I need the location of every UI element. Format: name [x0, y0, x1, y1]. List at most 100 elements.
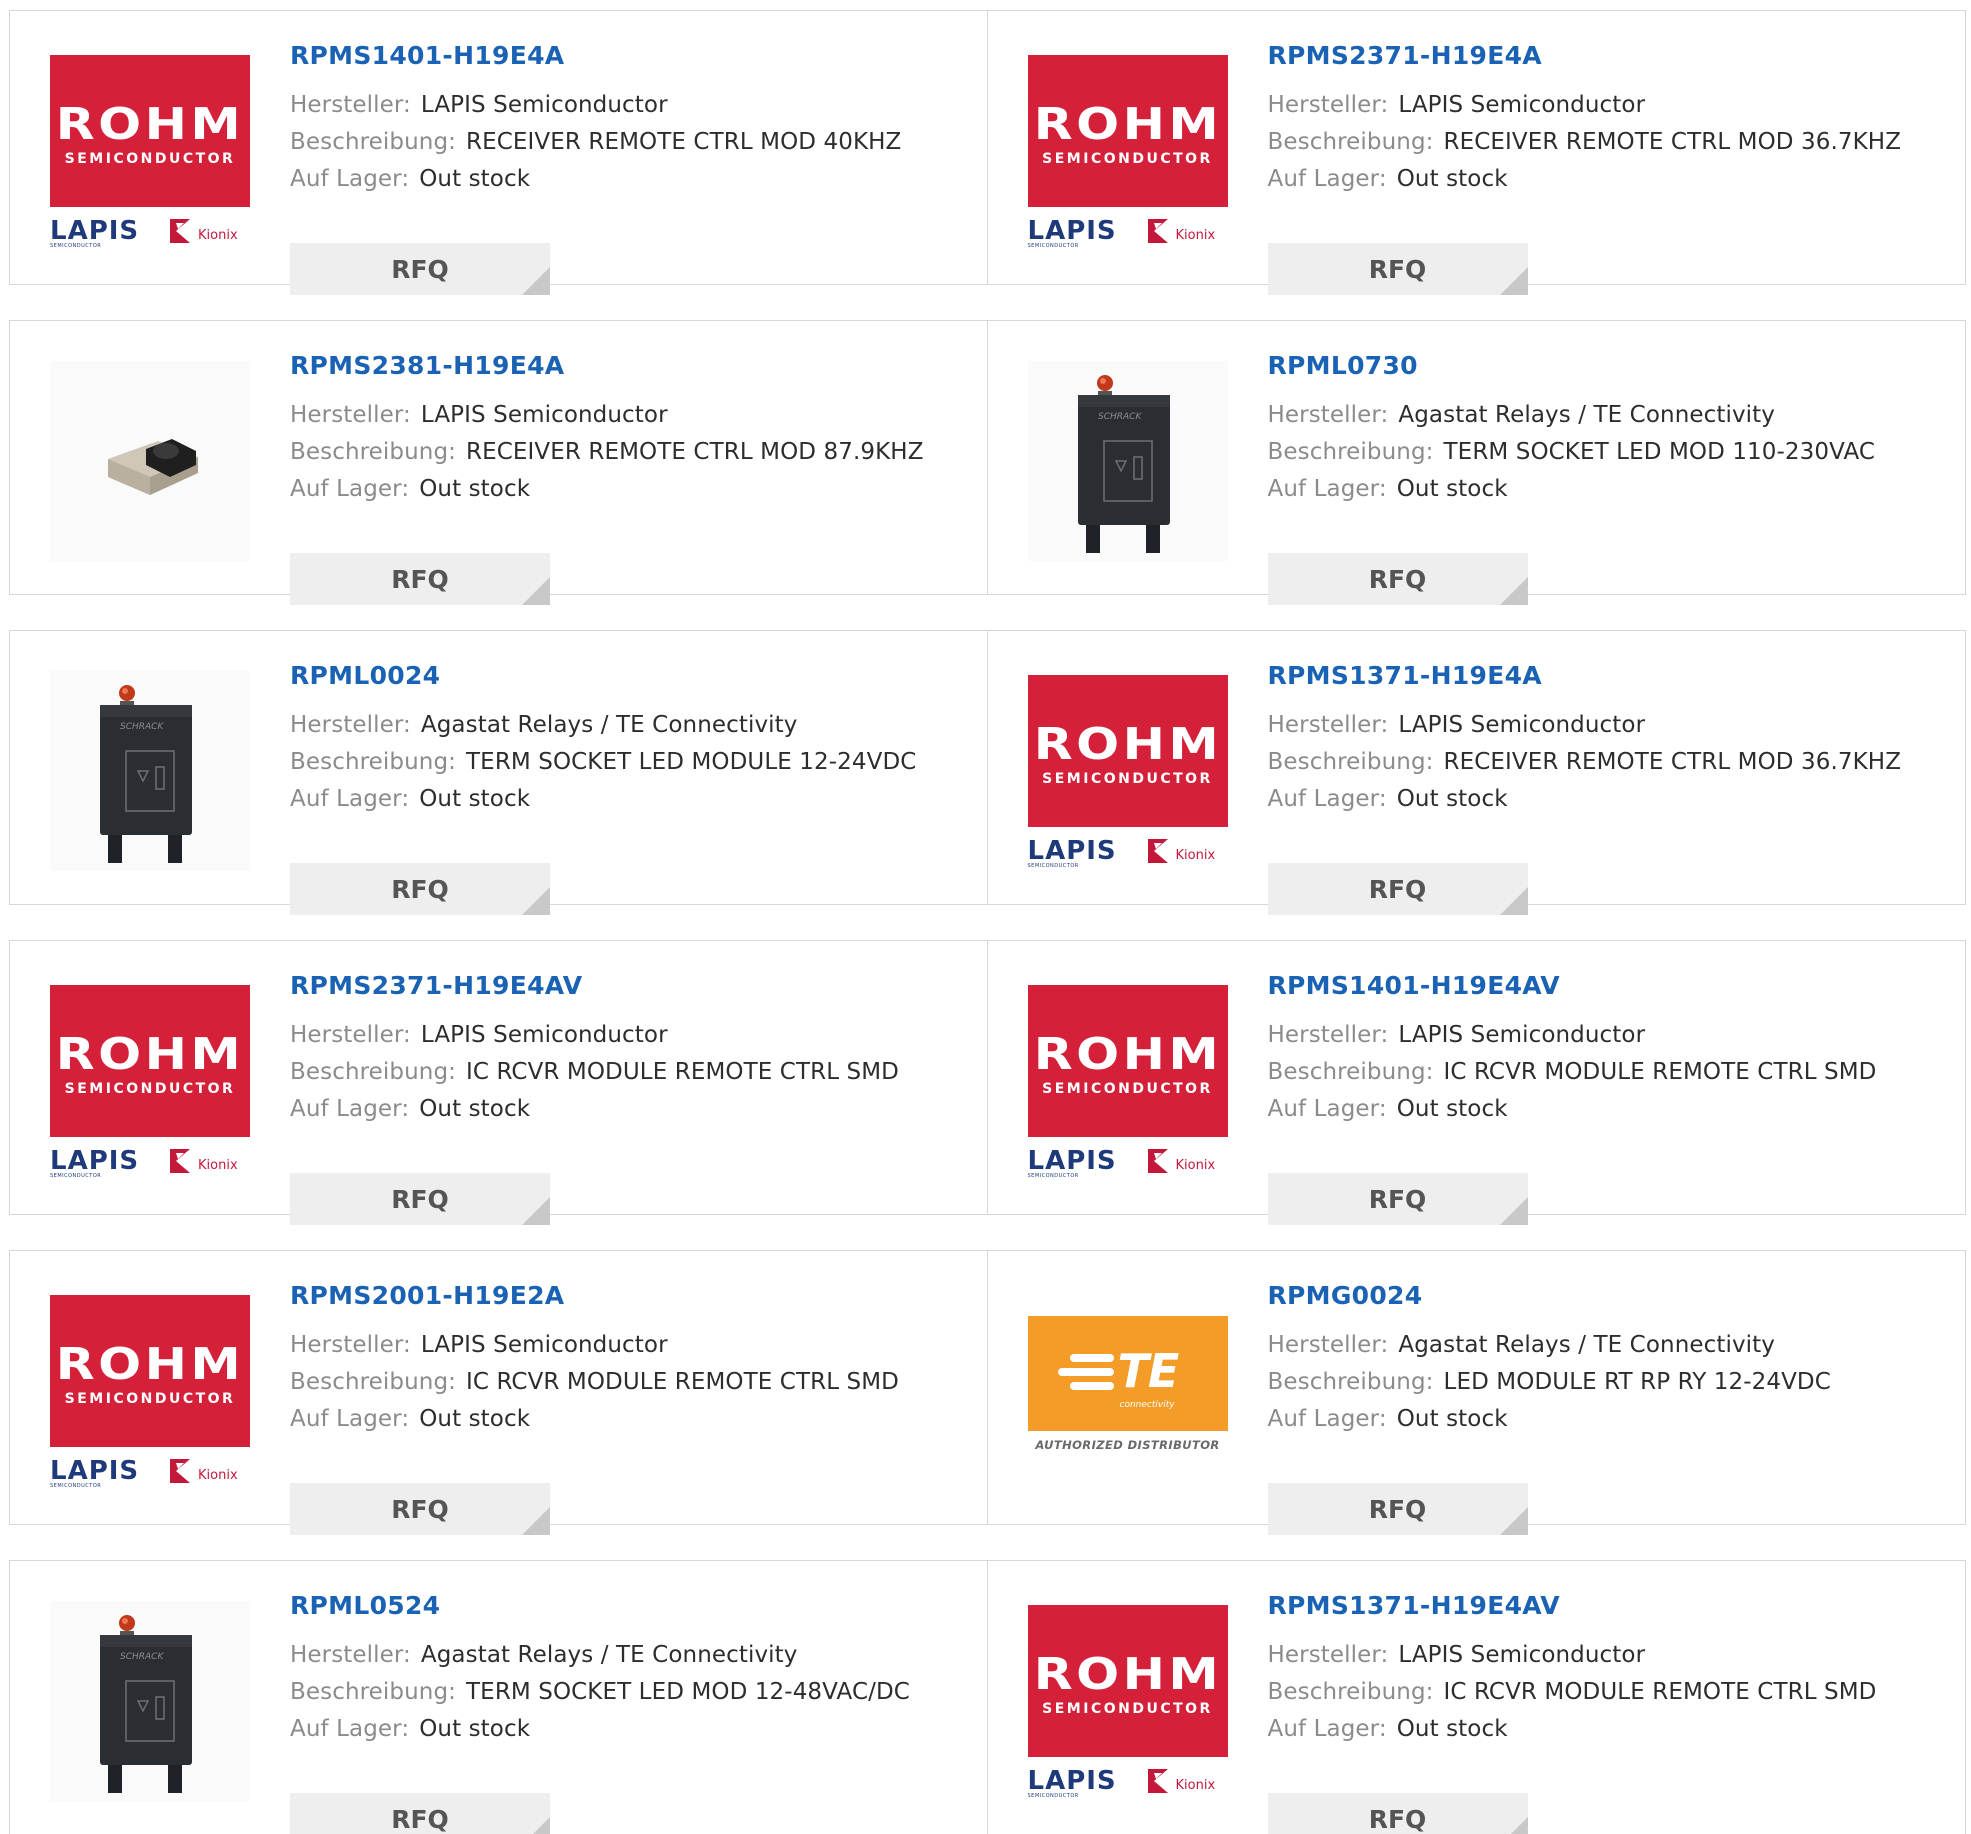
product-image[interactable]: ROHM SEMICONDUCTOR LAPIS SEMICONDUCTOR K…	[1027, 981, 1228, 1181]
product-image[interactable]: SCHRACK	[50, 1601, 250, 1801]
description-value: RECEIVER REMOTE CTRL MOD 40KHZ	[466, 129, 902, 155]
description-label: Beschreibung:	[1267, 1059, 1434, 1085]
part-number-link[interactable]: RPML0730	[1268, 349, 1946, 383]
manufacturer-value: LAPIS Semiconductor	[420, 402, 668, 428]
product-row: ROHM SEMICONDUCTOR LAPIS SEMICONDUCTOR K…	[9, 10, 1966, 295]
rfq-button[interactable]: RFQ	[290, 243, 550, 295]
manufacturer-value: LAPIS Semiconductor	[420, 92, 668, 118]
manufacturer-label: Hersteller:	[290, 712, 411, 738]
stock-line: Auf Lager: Out stock	[1268, 471, 1946, 508]
description-label: Beschreibung:	[1267, 439, 1434, 465]
description-line: Beschreibung: IC RCVR MODULE REMOTE CTRL …	[1268, 1674, 1946, 1711]
led-module-photo: SCHRACK	[1027, 361, 1228, 561]
part-number-link[interactable]: RPMS2371-H19E4AV	[290, 969, 967, 1003]
manufacturer-label: Hersteller:	[1267, 1332, 1389, 1358]
stock-value: Out stock	[1396, 1716, 1508, 1742]
product-card: SCHRACK RPML0730 Hersteller: Agastat Relay…	[987, 320, 1966, 605]
rfq-label: RFQ	[1368, 564, 1427, 594]
manufacturer-label: Hersteller:	[1267, 1642, 1389, 1668]
product-image[interactable]: ROHM SEMICONDUCTOR LAPIS SEMICONDUCTOR K…	[1027, 671, 1228, 871]
manufacturer-line: Hersteller: LAPIS Semiconductor	[1268, 87, 1946, 124]
stock-label: Auf Lager:	[1267, 476, 1387, 502]
product-image[interactable]: TE connectivity AUTHORIZED DISTRIBUTOR	[1027, 1291, 1228, 1491]
corner-triangle-icon	[1499, 1507, 1528, 1535]
product-info: RPML0024 Hersteller: Agastat Relays / TE C…	[290, 659, 967, 915]
product-info: RPMS1371-H19E4AV Hersteller: LAPIS Semicon…	[1267, 1589, 1946, 1834]
manufacturer-line: Hersteller: LAPIS Semiconductor	[290, 87, 967, 124]
part-number-link[interactable]: RPMS1401-H19E4AV	[1268, 969, 1946, 1003]
rfq-button[interactable]: RFQ	[1267, 1793, 1528, 1834]
description-label: Beschreibung:	[290, 1059, 457, 1085]
stock-label: Auf Lager:	[290, 1716, 410, 1742]
product-info: RPML0730 Hersteller: Agastat Relays / TE C…	[1267, 349, 1946, 605]
description-line: Beschreibung: TERM SOCKET LED MOD 12-48VA…	[290, 1674, 967, 1711]
part-number-link[interactable]: RPML0024	[290, 659, 967, 693]
description-value: IC RCVR MODULE REMOTE CTRL SMD	[1443, 1059, 1877, 1085]
rfq-button[interactable]: RFQ	[1267, 243, 1528, 295]
product-image[interactable]: SCHRACK	[50, 671, 250, 871]
corner-triangle-icon	[522, 1197, 550, 1225]
product-info: RPMG0024 Hersteller: Agastat Relays / TE C…	[1267, 1279, 1946, 1535]
part-number-link[interactable]: RPMS2381-H19E4A	[290, 349, 967, 383]
part-number-link[interactable]: RPMS1371-H19E4A	[1268, 659, 1946, 693]
manufacturer-line: Hersteller: LAPIS Semiconductor	[1268, 1017, 1946, 1054]
corner-triangle-icon	[522, 1817, 550, 1834]
part-number-link[interactable]: RPMS2371-H19E4A	[1268, 39, 1946, 73]
led-module-photo: SCHRACK	[50, 671, 250, 871]
manufacturer-label: Hersteller:	[1267, 402, 1389, 428]
svg-text:SCHRACK: SCHRACK	[1098, 412, 1142, 422]
description-line: Beschreibung: TERM SOCKET LED MOD 110-230…	[1268, 434, 1946, 471]
stock-label: Auf Lager:	[1267, 786, 1387, 812]
rfq-button[interactable]: RFQ	[1267, 1483, 1528, 1535]
description-label: Beschreibung:	[1267, 1369, 1434, 1395]
description-value: IC RCVR MODULE REMOTE CTRL SMD	[1443, 1679, 1877, 1705]
product-image[interactable]	[50, 361, 250, 561]
rfq-button[interactable]: RFQ	[290, 1483, 550, 1535]
description-label: Beschreibung:	[290, 1679, 457, 1705]
rfq-button[interactable]: RFQ	[1267, 553, 1528, 605]
stock-line: Auf Lager: Out stock	[1268, 1711, 1946, 1748]
product-image[interactable]: ROHM SEMICONDUCTOR LAPIS SEMICONDUCTOR K…	[1027, 51, 1228, 251]
rfq-label: RFQ	[1368, 1804, 1427, 1834]
product-card: ROHM SEMICONDUCTOR LAPIS SEMICONDUCTOR K…	[987, 10, 1966, 295]
stock-label: Auf Lager:	[290, 1406, 410, 1432]
stock-label: Auf Lager:	[1267, 1716, 1387, 1742]
part-number-link[interactable]: RPML0524	[290, 1589, 967, 1623]
rfq-button[interactable]: RFQ	[290, 1173, 550, 1225]
corner-triangle-icon	[1499, 1817, 1528, 1834]
part-number-link[interactable]: RPMG0024	[1268, 1279, 1946, 1313]
product-image[interactable]: ROHM SEMICONDUCTOR LAPIS SEMICONDUCTOR K…	[50, 51, 250, 251]
manufacturer-line: Hersteller: Agastat Relays / TE Connectiv…	[290, 1637, 967, 1674]
stock-value: Out stock	[1396, 476, 1508, 502]
manufacturer-label: Hersteller:	[290, 1642, 411, 1668]
rfq-button[interactable]: RFQ	[290, 863, 550, 915]
rfq-button[interactable]: RFQ	[1267, 1173, 1528, 1225]
part-number-link[interactable]: RPMS2001-H19E2A	[290, 1279, 967, 1313]
manufacturer-label: Hersteller:	[1267, 92, 1389, 118]
corner-triangle-icon	[522, 577, 550, 605]
rfq-button[interactable]: RFQ	[1267, 863, 1528, 915]
rfq-label: RFQ	[1368, 1494, 1427, 1524]
part-number-link[interactable]: RPMS1401-H19E4A	[290, 39, 967, 73]
product-image[interactable]: ROHM SEMICONDUCTOR LAPIS SEMICONDUCTOR K…	[50, 1291, 250, 1491]
stock-label: Auf Lager:	[1267, 1406, 1387, 1432]
description-label: Beschreibung:	[290, 1369, 457, 1395]
stock-value: Out stock	[419, 1406, 531, 1432]
rfq-button[interactable]: RFQ	[290, 553, 550, 605]
manufacturer-value: Agastat Relays / TE Connectivity	[1398, 402, 1776, 428]
rohm-lapis-logo: ROHM SEMICONDUCTOR LAPIS SEMICONDUCTOR K…	[1027, 985, 1228, 1179]
stock-label: Auf Lager:	[290, 476, 410, 502]
stock-value: Out stock	[419, 1096, 531, 1122]
part-number-link[interactable]: RPMS1371-H19E4AV	[1268, 1589, 1946, 1623]
rohm-lapis-logo: ROHM SEMICONDUCTOR LAPIS SEMICONDUCTOR K…	[1027, 675, 1228, 869]
manufacturer-value: LAPIS Semiconductor	[1398, 92, 1646, 118]
corner-triangle-icon	[1499, 577, 1528, 605]
rfq-button[interactable]: RFQ	[290, 1793, 550, 1834]
corner-triangle-icon	[1499, 1197, 1528, 1225]
product-image[interactable]: ROHM SEMICONDUCTOR LAPIS SEMICONDUCTOR K…	[50, 981, 250, 1181]
product-image[interactable]: SCHRACK	[1027, 361, 1228, 561]
product-card: ROHM SEMICONDUCTOR LAPIS SEMICONDUCTOR K…	[987, 630, 1966, 915]
corner-triangle-icon	[522, 887, 550, 915]
product-image[interactable]: ROHM SEMICONDUCTOR LAPIS SEMICONDUCTOR K…	[1027, 1601, 1228, 1801]
manufacturer-value: LAPIS Semiconductor	[1398, 1022, 1646, 1048]
